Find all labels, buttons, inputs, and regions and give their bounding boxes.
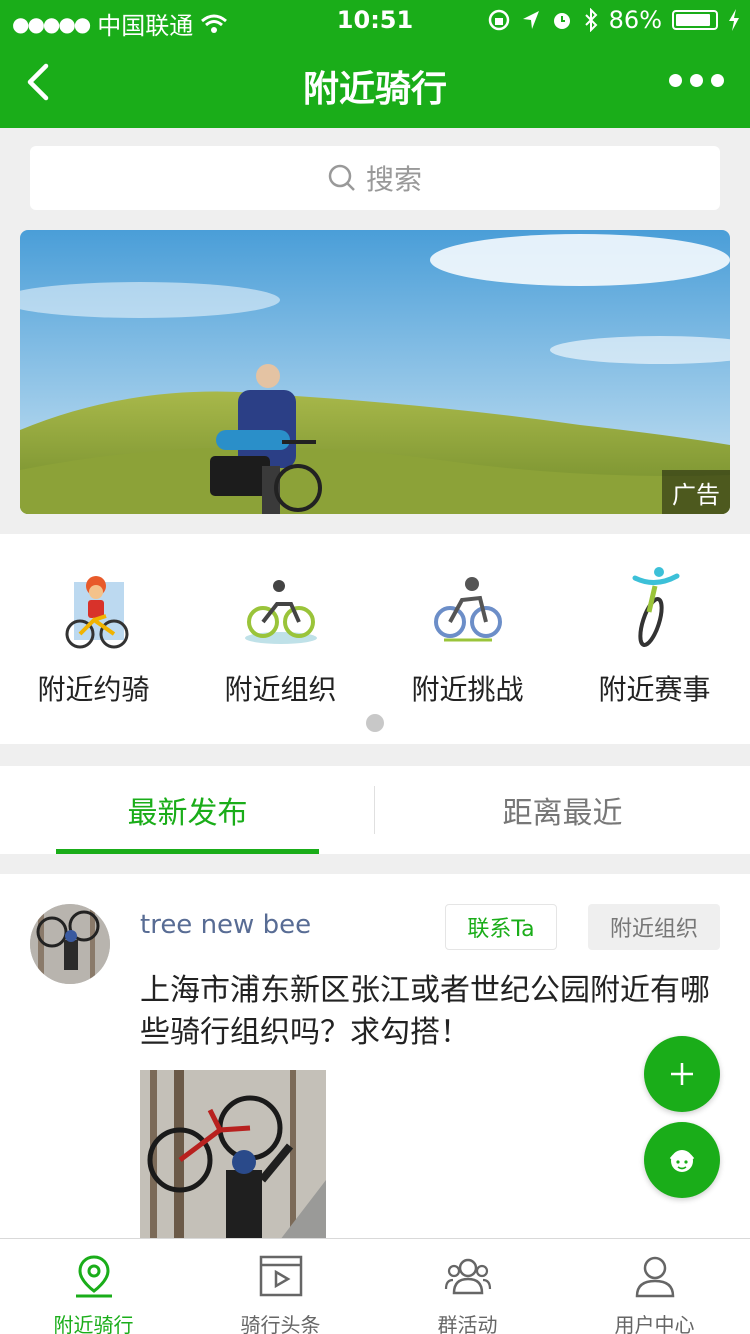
search-placeholder: 搜索 [365, 163, 422, 196]
bottom-tab-bar: 附近骑行 骑行头条 群活动 用户中心 [0, 1238, 750, 1334]
plus-icon [671, 1063, 693, 1085]
cycling-race-icon [632, 567, 679, 647]
category-item-nearby-challenge[interactable]: 附近挑战 [374, 564, 561, 708]
avatar-image [30, 904, 110, 984]
bluetooth-icon [584, 8, 598, 32]
search-section: 搜索 广告 [0, 128, 750, 532]
battery-icon [672, 10, 718, 30]
banner-image [20, 230, 730, 514]
cycling-challenge-icon [433, 577, 502, 642]
category-item-nearby-ride[interactable]: 附近约骑 [0, 564, 187, 708]
search-icon [328, 164, 355, 191]
cycling-group-icon [244, 580, 317, 644]
tabbar-label: 骑行头条 [240, 1313, 321, 1334]
alarm-icon [553, 13, 570, 29]
add-post-button[interactable] [644, 1036, 720, 1112]
post-text: 上海市浦东新区张江或者世纪公园附近有哪些骑行组织吗？求勾搭！ [140, 973, 710, 1050]
video-play-icon [259, 1255, 302, 1297]
charging-icon [729, 9, 739, 31]
tabbar-item-headlines[interactable]: 骑行头条 [187, 1239, 374, 1334]
user-icon [635, 1256, 674, 1298]
search-input[interactable]: 搜索 [30, 146, 720, 210]
top-bar: ●●●●● 中国联通 10:51 86% 附近骑行 [0, 0, 750, 128]
ad-banner[interactable]: 广告 [20, 230, 730, 514]
category-item-nearby-org[interactable]: 附近组织 [187, 564, 374, 708]
category-label: 附近组织 [224, 673, 337, 706]
page-title: 附近骑行 [302, 69, 447, 110]
status-bar: ●●●●● 中国联通 10:51 86% [0, 0, 750, 40]
post-image[interactable] [140, 1070, 326, 1238]
customer-service-button[interactable] [644, 1122, 720, 1198]
active-tab-indicator [56, 849, 319, 854]
tabbar-label: 群活动 [437, 1313, 498, 1334]
group-icon [444, 1258, 491, 1295]
tab-latest[interactable]: 最新发布 [0, 766, 375, 854]
category-grid: 附近约骑 附近组织 附近挑战 附近赛事 [0, 534, 750, 744]
tab-nearest[interactable]: 距离最近 [375, 766, 750, 854]
rotation-lock-icon [488, 9, 509, 31]
tabbar-item-nearby[interactable]: 附近骑行 [0, 1239, 187, 1334]
battery-percent: 86% [608, 6, 662, 34]
ad-badge: 广告 [662, 470, 730, 514]
more-menu-icon[interactable] [669, 74, 724, 87]
category-label: 附近赛事 [598, 673, 711, 706]
tabbar-label: 附近骑行 [53, 1313, 134, 1334]
location-arrow-icon [522, 11, 539, 29]
category-label: 附近挑战 [411, 673, 524, 706]
post-photo [140, 1070, 326, 1238]
tabbar-label: 用户中心 [614, 1313, 695, 1334]
username-link[interactable]: tree new bee [140, 910, 311, 940]
nav-bar: 附近骑行 [0, 40, 750, 128]
feed-tabs: 最新发布 距离最近 [0, 766, 750, 854]
tabbar-item-user[interactable]: 用户中心 [561, 1239, 748, 1334]
category-item-nearby-race[interactable]: 附近赛事 [561, 564, 748, 708]
post-card[interactable]: tree new bee 联系Ta 附近组织 上海市浦东新区张江或者世纪公园附近… [0, 874, 750, 1238]
category-label: 附近约骑 [37, 673, 150, 706]
contact-button[interactable]: 联系Ta [445, 904, 557, 950]
post-tag: 附近组织 [588, 904, 720, 950]
cyclist-cartoon-icon [65, 576, 128, 649]
location-pin-icon [75, 1255, 112, 1298]
face-icon [669, 1150, 695, 1172]
tabbar-item-group[interactable]: 群活动 [374, 1239, 561, 1334]
pager-dot [366, 714, 384, 732]
avatar[interactable] [30, 904, 110, 984]
